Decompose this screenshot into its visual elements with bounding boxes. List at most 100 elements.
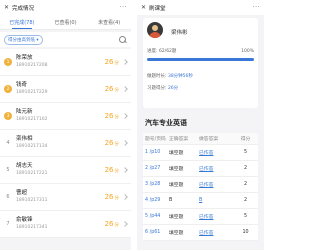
list-item[interactable]: 1 陈荣放 18910217208 26分	[0, 49, 131, 76]
question-link[interactable]: 5 /p44	[143, 214, 169, 219]
student-score: 26分	[105, 193, 119, 201]
correct-answer: 填空题	[169, 215, 184, 220]
student-id: 18910217341	[16, 225, 48, 230]
question-link[interactable]: 6 /p61	[143, 230, 169, 235]
user-name: 梁伟彬	[171, 30, 188, 36]
chevron-right-icon	[122, 86, 128, 92]
chevron-right-icon	[122, 221, 128, 227]
list-item[interactable]: 7 俞敏锋 18910217341 26分	[0, 211, 131, 238]
header-score: 得分	[240, 137, 251, 142]
close-icon[interactable]: ✕	[141, 4, 149, 11]
score-unit: 分	[114, 223, 120, 228]
rank-number: 4	[6, 140, 10, 146]
close-icon[interactable]: ✕	[4, 4, 12, 11]
table-row: 3 /p28 填空题 已作答 2	[143, 177, 258, 193]
question-link[interactable]: 2 /p27	[143, 166, 169, 171]
my-answer-link[interactable]: 已作答	[199, 213, 233, 220]
more-icon[interactable]: ···	[120, 4, 127, 11]
header-correct: 正确答案	[169, 137, 189, 142]
table-row: 4 /p29 B B 2	[143, 193, 258, 209]
filter-bar: 得分由高到低 ▾	[0, 32, 131, 47]
student-name: 钱奇	[16, 82, 28, 88]
tab-completed[interactable]: 已完成(78)	[0, 15, 44, 29]
chevron-right-icon	[122, 59, 128, 65]
list-item[interactable]: 3 陆元新 18910217102 26分	[0, 103, 131, 130]
student-info: 俞敏锋 18910217341	[16, 217, 105, 231]
score-value: 26	[104, 112, 114, 120]
row-score: 2	[243, 166, 248, 171]
student-score: 26分	[105, 166, 119, 174]
my-answer-link[interactable]: 已作答	[199, 229, 233, 236]
search-icon[interactable]	[119, 35, 127, 44]
student-id: 18910217311	[16, 198, 48, 203]
student-score: 26分	[105, 85, 119, 93]
table-row: 5 /p44 填空题 已作答 5	[143, 209, 258, 225]
chevron-right-icon	[122, 167, 128, 173]
screen: ✕ 完成情况 ··· 已完成(78) 已查看(0) 未查看(4) 得分由高到低 …	[0, 0, 264, 250]
question-link[interactable]: 3 /p28	[143, 182, 169, 187]
row-score: 2	[243, 198, 248, 203]
student-name: 栾伟相	[16, 136, 33, 142]
rank-medal-icon: 2	[4, 85, 12, 93]
student-info: 栾伟相 18910217134	[16, 136, 105, 150]
score-value: 26	[104, 139, 114, 147]
more-icon[interactable]: ···	[253, 4, 260, 11]
student-id: 18910217229	[16, 90, 48, 95]
duration-label: 做题时长:	[147, 74, 168, 79]
student-score: 26分	[105, 220, 119, 228]
title-bar: ✕ 完成情况 ···	[0, 0, 131, 15]
rank-medal-icon: 3	[4, 112, 12, 120]
question-link[interactable]: 1 /p10	[143, 150, 169, 155]
student-name: 陈荣放	[16, 55, 33, 61]
correct-answer: B	[169, 198, 173, 203]
list-item[interactable]: 6 曹超 18910217311 26分	[0, 184, 131, 211]
progress-label: 进度: 62/62题	[147, 49, 177, 54]
student-score: 26分	[105, 58, 119, 66]
progress-row: 进度: 62/62题 100%	[147, 46, 254, 56]
progress-fill	[147, 58, 254, 61]
header-page: 题号/页码	[145, 137, 166, 142]
student-info: 陈荣放 18910217208	[16, 55, 105, 69]
correct-answer: 填空题	[169, 167, 184, 172]
avatar	[147, 22, 163, 38]
correct-answer: 填空题	[169, 151, 184, 156]
my-answer-link[interactable]: 已作答	[199, 149, 233, 156]
my-answer-link[interactable]: 已作答	[199, 181, 233, 188]
duration-stat: 做题时长: 38分钟56秒	[147, 73, 193, 79]
rank-number: 7	[6, 221, 10, 227]
student-score: 26分	[105, 112, 119, 120]
question-link[interactable]: 4 /p29	[143, 198, 169, 203]
table-row: 1 /p10 填空题 已作答 5	[143, 145, 258, 161]
tab-not-viewed[interactable]: 未查看(4)	[87, 15, 131, 29]
student-score: 26分	[105, 139, 119, 147]
correct-answer: 填空题	[169, 183, 184, 188]
duration-value: 38分钟56秒	[167, 74, 193, 79]
list-item[interactable]: 4 栾伟相 18910217134 26分	[0, 130, 131, 157]
list-item[interactable]: 2 钱奇 18910217229 26分	[0, 76, 131, 103]
student-id: 18910217134	[16, 144, 48, 149]
score-unit: 分	[114, 115, 120, 120]
my-answer-link[interactable]: B	[199, 198, 233, 203]
correct-answer: 填空题	[169, 231, 184, 236]
chevron-right-icon	[122, 140, 128, 146]
completion-status-screen: ✕ 完成情况 ··· 已完成(78) 已查看(0) 未查看(4) 得分由高到低 …	[0, 0, 131, 250]
student-list: 1 陈荣放 18910217208 26分 2 钱奇 18910217229 2…	[0, 49, 131, 238]
progress-bar	[147, 58, 254, 61]
list-item[interactable]: 5 胡志天 18910217221 26分	[0, 157, 131, 184]
rank-number: 6	[6, 194, 10, 200]
student-info: 胡志天 18910217221	[16, 163, 105, 177]
score-value: 26	[104, 166, 114, 174]
chevron-right-icon	[122, 113, 128, 119]
score-value: 26	[104, 193, 114, 201]
tab-viewed[interactable]: 已查看(0)	[44, 15, 88, 29]
student-name: 胡志天	[16, 163, 33, 169]
sort-dropdown[interactable]: 得分由高到低 ▾	[4, 34, 43, 45]
table-header: 题号/页码 正确答案 做答答案 得分	[143, 133, 258, 145]
row-score: 5	[243, 214, 248, 219]
my-answer-link[interactable]: 已作答	[199, 165, 233, 172]
status-tabs: 已完成(78) 已查看(0) 未查看(4)	[0, 15, 131, 30]
progress-percent: 100%	[241, 48, 254, 54]
student-info: 曹超 18910217311	[16, 190, 105, 204]
chevron-right-icon	[122, 194, 128, 200]
row-score: 10	[242, 230, 249, 235]
